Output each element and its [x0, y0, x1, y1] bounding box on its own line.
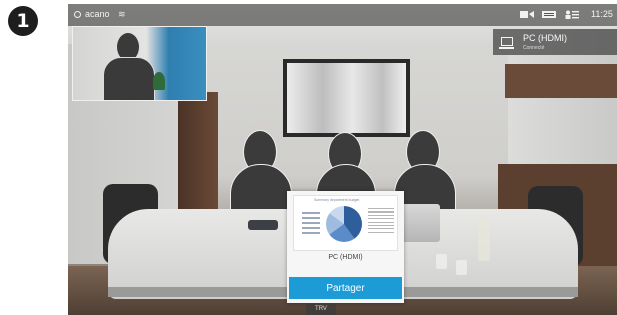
slide-legend — [302, 212, 320, 237]
share-button[interactable]: Partager — [289, 277, 402, 299]
camera-icon[interactable] — [520, 10, 534, 19]
system-name-label: acano — [85, 9, 110, 19]
source-status: Connecté — [523, 45, 545, 51]
video-screen: acano ≋ 11:25 PC (HDMI) Connecté Summary… — [68, 4, 617, 315]
page-tag: TRV — [306, 304, 336, 315]
glass — [436, 254, 447, 269]
shared-slide-thumbnail: Summary department budget — [293, 195, 398, 251]
keyboard-icon[interactable] — [542, 10, 556, 19]
source-name: PC (HDMI) — [523, 33, 567, 43]
participants-icon[interactable] — [565, 10, 579, 19]
monitor-icon — [499, 37, 514, 49]
self-view-person-body — [103, 57, 155, 100]
status-bar: acano ≋ 11:25 — [68, 4, 617, 26]
system-name: acano — [74, 9, 110, 19]
slide-text-block — [368, 208, 394, 235]
clock: 11:25 — [591, 9, 613, 19]
wall-painting — [283, 59, 410, 137]
wall-cabinet — [505, 64, 617, 98]
slide-title: Summary department budget — [314, 198, 360, 202]
share-preview-card: Summary department budget PC (HDMI) Part… — [287, 191, 404, 303]
laptop — [398, 204, 440, 242]
settings-icon[interactable] — [74, 10, 81, 18]
step-number-badge: 1 — [8, 6, 38, 36]
self-view[interactable] — [72, 26, 207, 101]
glass — [456, 260, 467, 275]
water-bottle — [478, 216, 490, 261]
preview-source-label: PC (HDMI) — [328, 254, 363, 261]
slide-pie-chart — [326, 206, 362, 242]
share-source-item[interactable]: PC (HDMI) Connecté — [493, 29, 617, 55]
wifi-icon: ≋ — [118, 9, 126, 19]
self-view-plant — [153, 72, 165, 90]
speakerphone — [248, 220, 278, 230]
